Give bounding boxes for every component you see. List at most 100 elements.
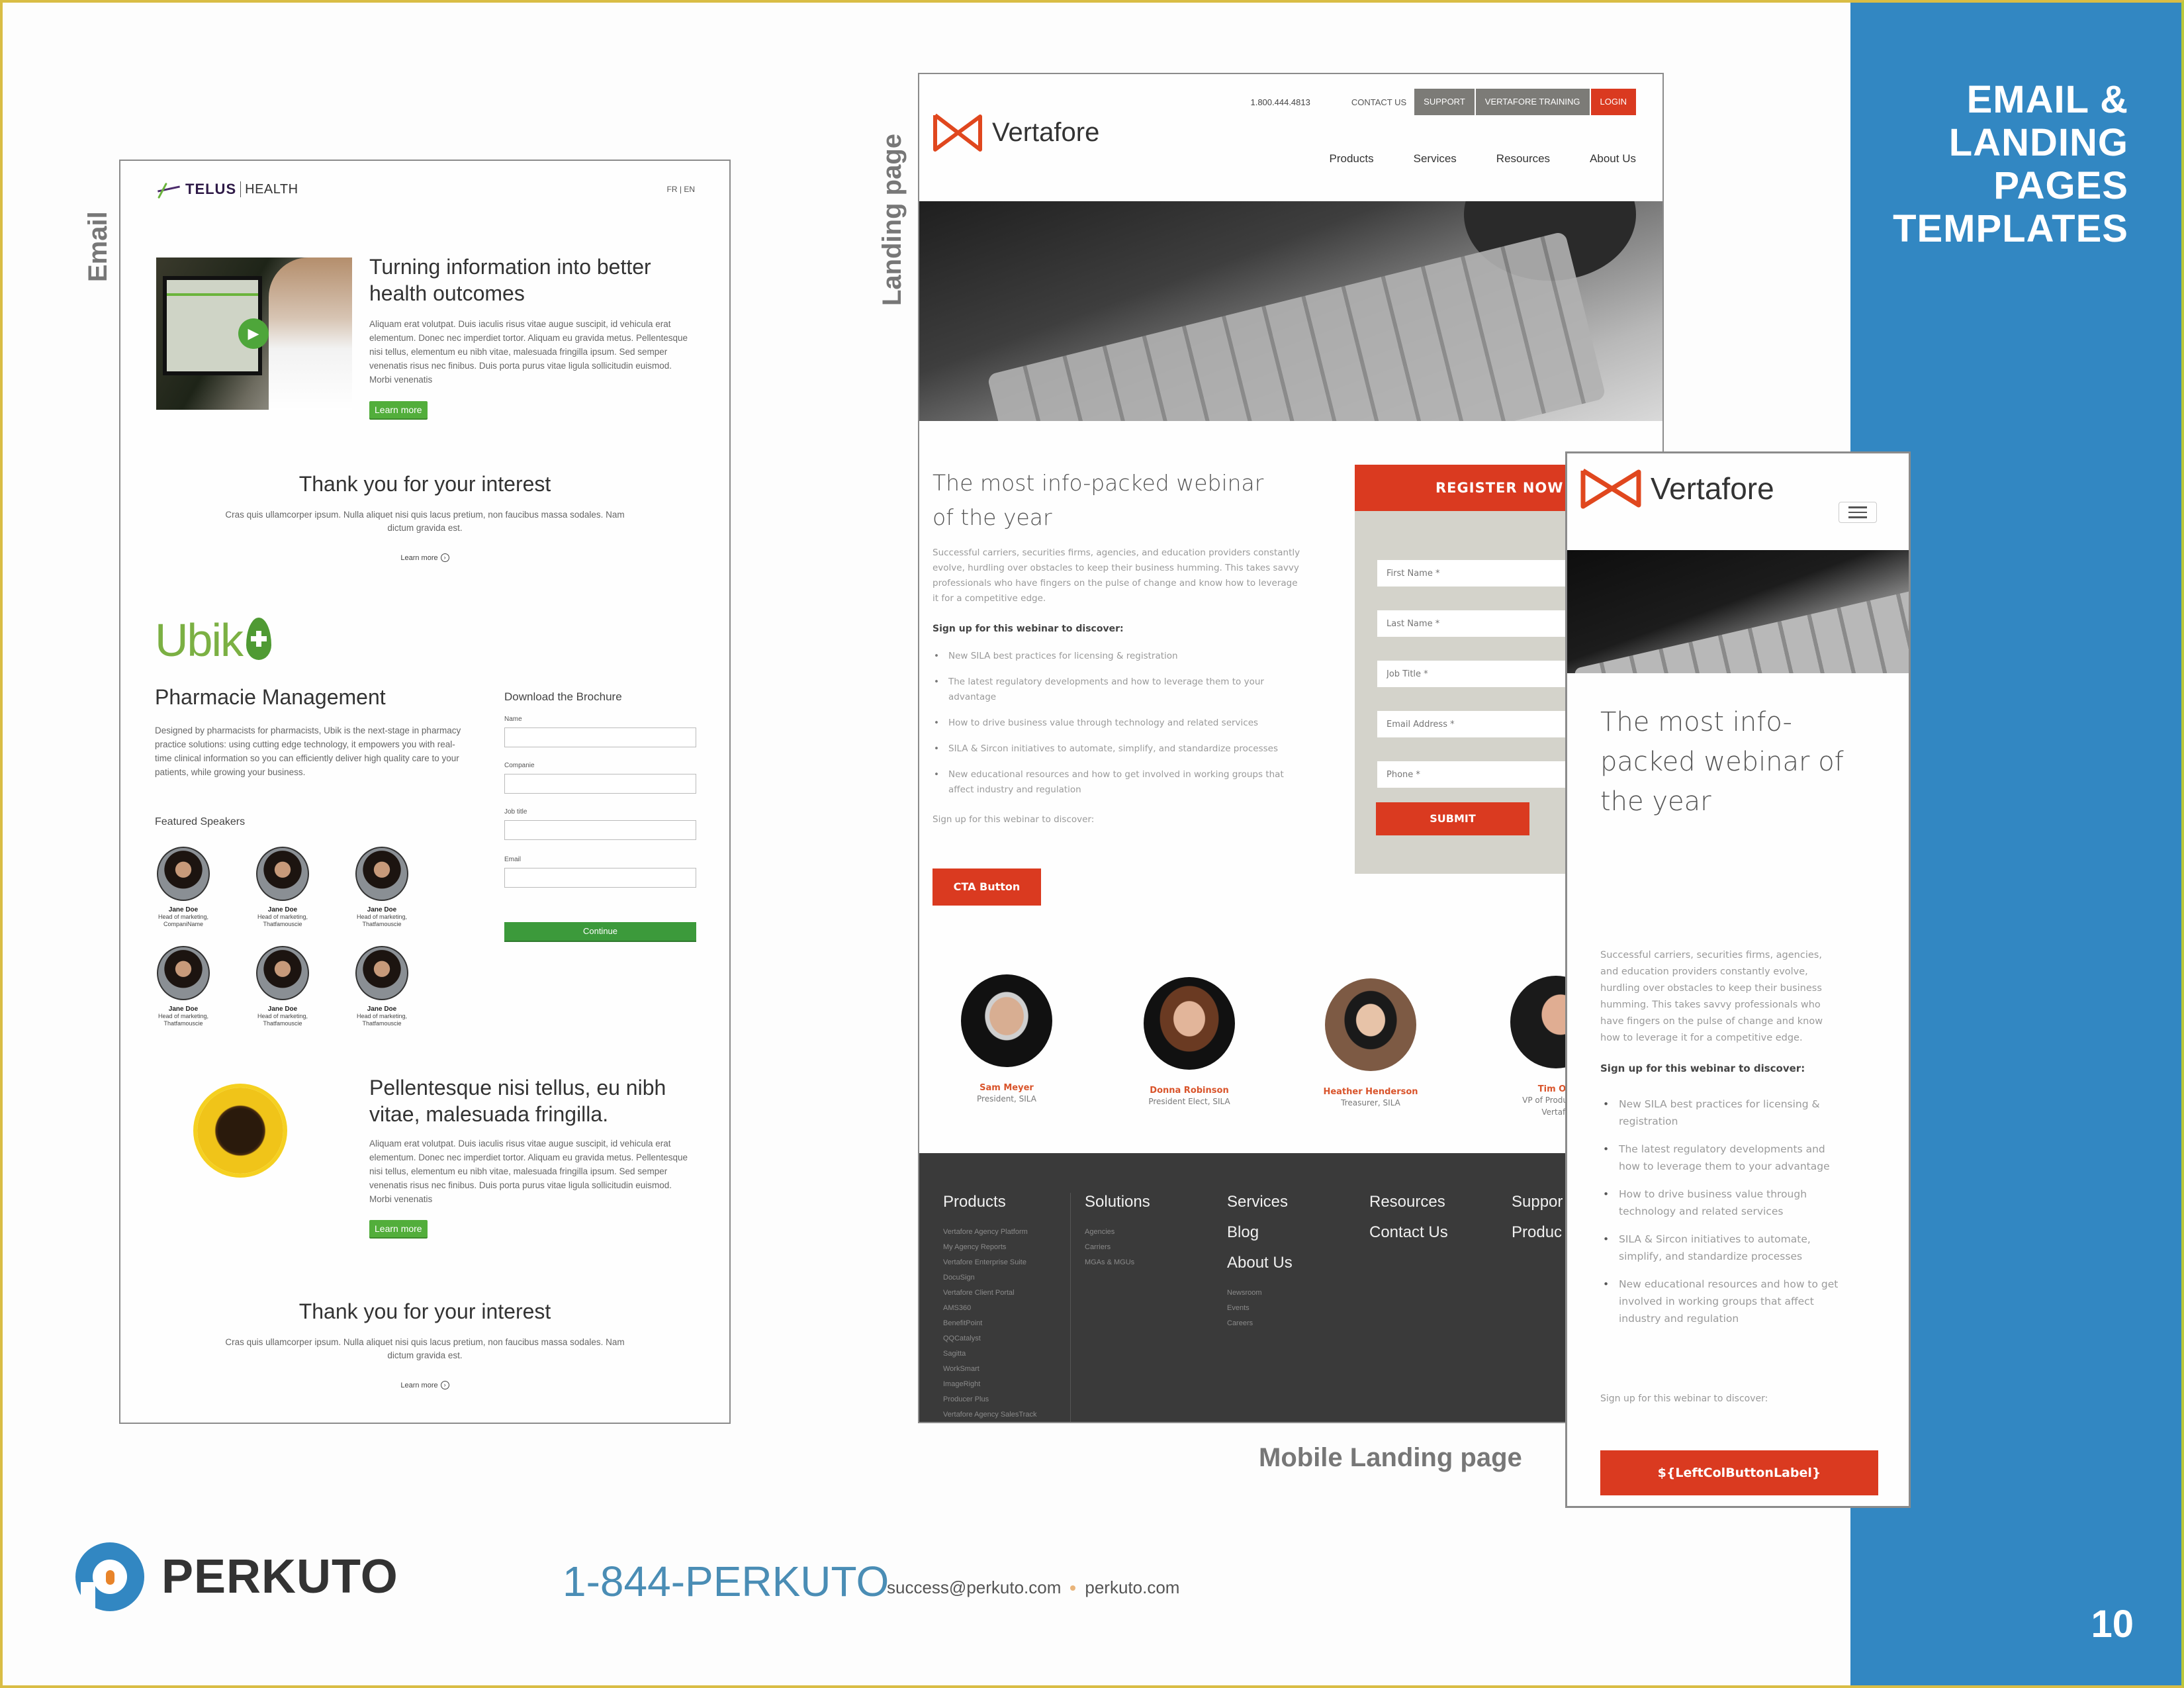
speaker-name: Jane Doe	[267, 906, 298, 914]
menu-bar	[1848, 516, 1867, 518]
ubik-word: Ubik	[155, 614, 244, 666]
hero-learn-more-button[interactable]: Learn more	[369, 401, 428, 418]
footer-link[interactable]: Vertafore Agency SalesTrack	[943, 1407, 1036, 1422]
footer-heading[interactable]: Suppor	[1512, 1193, 1563, 1211]
email-label: Email	[83, 211, 113, 282]
perkuto-email-link[interactable]: success@perkuto.com	[887, 1577, 1061, 1598]
footer-link[interactable]: AMS360	[943, 1301, 1036, 1316]
footer-link[interactable]: Events	[1227, 1301, 1293, 1316]
learn-more-link[interactable]: Learn more ›	[400, 1381, 449, 1389]
sunflower-title: Pellentesque nisi tellus, eu nibh vitae,…	[369, 1076, 666, 1126]
login-button[interactable]: LOGIN	[1590, 89, 1636, 115]
footer-link[interactable]: Sagitta	[943, 1346, 1036, 1362]
list-item: New educational resources and how to get…	[1600, 1276, 1839, 1327]
telus-mark-icon	[155, 179, 181, 199]
footer-link[interactable]: Vertafore Agency Platform	[943, 1225, 1036, 1240]
hero-video-thumbnail[interactable]: ▶	[156, 258, 352, 410]
support-button[interactable]: SUPPORT	[1414, 89, 1475, 115]
nav-about-us[interactable]: About Us	[1590, 152, 1636, 165]
speaker-card: Jane Doe Head of marketing, Thatfamousci…	[345, 847, 418, 928]
thank-you-title: Thank you for your interest	[298, 472, 551, 496]
footer-link[interactable]: QQCatalyst	[943, 1331, 1036, 1346]
thank-you-title: Thank you for your interest	[298, 1299, 551, 1323]
list-item: SILA & Sircon initiatives to automate, s…	[1600, 1231, 1839, 1265]
menu-bar	[1848, 511, 1867, 514]
perkuto-word: PERKUTO	[161, 1550, 398, 1603]
nav-services[interactable]: Services	[1414, 152, 1457, 165]
landing-page-label: Landing page	[878, 134, 907, 306]
footer-link[interactable]: Careers	[1227, 1316, 1293, 1331]
footer-link[interactable]: Vertafore Client Portal	[943, 1286, 1036, 1301]
logo-divider	[240, 181, 242, 197]
footer-heading[interactable]: Blog	[1227, 1223, 1293, 1242]
footer-link[interactable]: BenefitPoint	[943, 1316, 1036, 1331]
nav-products[interactable]: Products	[1330, 152, 1374, 165]
nav-resources[interactable]: Resources	[1496, 152, 1550, 165]
footer-heading[interactable]: About Us	[1227, 1254, 1293, 1272]
contact-us-link[interactable]: CONTACT US	[1351, 97, 1406, 107]
thank-you-section-2: Thank you for your interest Cras quis ul…	[120, 1299, 729, 1391]
footer-heading[interactable]: Solutions	[1085, 1193, 1150, 1211]
job-title-input[interactable]	[504, 820, 696, 840]
perkuto-phone[interactable]: 1-844-PERKUTO	[563, 1557, 889, 1606]
phone-number[interactable]: 1.800.444.4813	[1250, 97, 1310, 107]
training-button[interactable]: VERTAFORE TRAINING	[1475, 89, 1590, 115]
play-icon[interactable]: ▶	[238, 318, 269, 349]
speaker-name: Jane Doe	[168, 1006, 199, 1013]
company-input[interactable]	[504, 774, 696, 794]
vertafore-word: Vertafore	[1651, 471, 1774, 506]
chevron-circle-icon: ›	[440, 1381, 449, 1389]
footer-heading[interactable]: Services	[1227, 1193, 1293, 1211]
webinar-body: Successful carriers, securities firms, a…	[1600, 950, 1823, 1043]
pharmacie-title: Pharmacie Management	[155, 685, 386, 709]
landing-page-template: Vertafore 1.800.444.4813 CONTACT US SUPP…	[918, 73, 1664, 1423]
benefit-list: New SILA best practices for licensing & …	[1600, 1096, 1839, 1338]
speaker-role: Treasurer, SILA	[1341, 1098, 1400, 1107]
footer-link[interactable]: Agencies	[1085, 1225, 1150, 1240]
footer-col-support: Suppor Produc	[1512, 1193, 1563, 1242]
vertafore-mark-icon	[933, 113, 982, 152]
continue-button[interactable]: Continue	[504, 922, 696, 942]
footer-heading[interactable]: Produc	[1512, 1223, 1563, 1242]
brochure-title: Download the Brochure	[504, 690, 622, 703]
footer-link[interactable]: My Agency Reports	[943, 1240, 1036, 1255]
footer-heading[interactable]: Contact Us	[1369, 1223, 1448, 1242]
footer-divider	[1070, 1193, 1071, 1422]
perkuto-website-link[interactable]: perkuto.com	[1085, 1577, 1179, 1598]
vertafore-logo[interactable]: Vertafore	[931, 113, 1099, 152]
email-input[interactable]	[504, 868, 696, 888]
footer-heading[interactable]: Products	[943, 1193, 1036, 1211]
footer-link[interactable]: ImageRight	[943, 1377, 1036, 1392]
footer-link[interactable]: MGAs & MGUs	[1085, 1255, 1150, 1270]
list-item: New SILA best practices for licensing & …	[1600, 1096, 1839, 1130]
hero-title: Turning information into better health o…	[369, 255, 651, 305]
hamburger-menu-icon[interactable]	[1839, 502, 1877, 523]
left-col-cta-button[interactable]: ${LeftColButtonLabel}	[1600, 1450, 1878, 1495]
speaker-name: Sam Meyer	[979, 1083, 1034, 1093]
vertafore-logo[interactable]: Vertafore	[1579, 467, 1774, 510]
list-item: New educational resources and how to get…	[933, 767, 1303, 798]
learn-more-link[interactable]: Learn more ›	[400, 553, 449, 562]
speaker-name: Jane Doe	[367, 1006, 397, 1013]
footer-link[interactable]: WorkSmart	[943, 1362, 1036, 1377]
language-switch[interactable]: FR | EN	[667, 185, 695, 194]
job-title-label: Job title	[504, 808, 527, 816]
email-label: Email	[504, 856, 522, 863]
footer-heading[interactable]: Resources	[1369, 1193, 1448, 1211]
name-input[interactable]	[504, 727, 696, 747]
telus-health-logo: TELUS HEALTH	[155, 179, 298, 199]
thank-you-body: Cras quis ullamcorper ipsum. Nulla aliqu…	[225, 510, 625, 533]
benefit-list: New SILA best practices for licensing & …	[933, 649, 1303, 808]
footer-link[interactable]: Vertafore Enterprise Suite	[943, 1255, 1036, 1270]
webinar-body: Successful carriers, securities firms, a…	[933, 547, 1300, 604]
footer-link[interactable]: Newsroom	[1227, 1286, 1293, 1301]
footer-link[interactable]: Carriers	[1085, 1240, 1150, 1255]
footer-link[interactable]: Producer Plus	[943, 1392, 1036, 1407]
submit-button[interactable]: SUBMIT	[1376, 802, 1529, 835]
learn-more-text: Learn more	[400, 1381, 438, 1389]
speaker-avatar	[1144, 977, 1235, 1070]
footer-link[interactable]: DocuSign	[943, 1270, 1036, 1286]
sunflower-learn-more-button[interactable]: Learn more	[369, 1220, 428, 1237]
speaker-company: Thatfamouscie	[362, 921, 402, 927]
cta-button[interactable]: CTA Button	[933, 868, 1041, 906]
